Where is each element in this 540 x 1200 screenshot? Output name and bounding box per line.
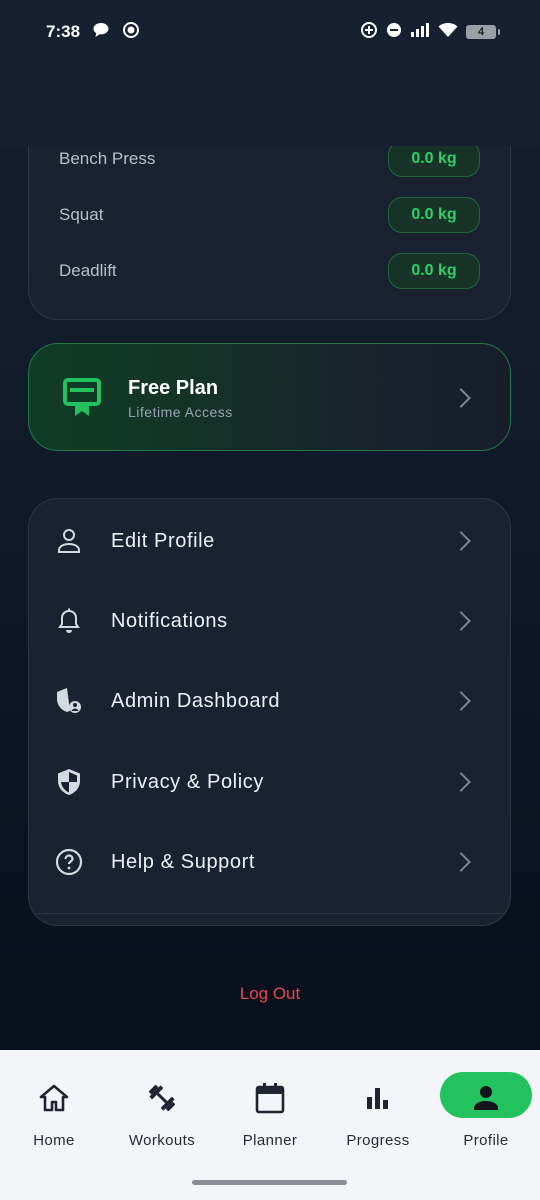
app-header [0, 64, 540, 146]
lift-name: Bench Press [59, 149, 156, 168]
menu-item-privacy-policy[interactable]: Privacy & Policy [29, 742, 510, 822]
home-icon [34, 1078, 74, 1118]
admin-shield-icon [55, 687, 83, 715]
lift-row-bench-press: Bench Press 0.0 kg [59, 141, 480, 177]
do-not-disturb-icon [386, 22, 402, 43]
divider [29, 913, 510, 914]
menu-item-label: Privacy & Policy [111, 770, 264, 793]
lift-value-badge: 0.0 kg [388, 141, 480, 177]
chevron-right-icon [451, 388, 471, 408]
nav-tab-progress[interactable]: Progress [328, 1072, 428, 1152]
help-circle-icon [55, 848, 83, 876]
chevron-right-icon [451, 852, 471, 872]
record-icon [122, 21, 140, 44]
status-time: 7:38 [46, 22, 81, 41]
dumbbell-icon [142, 1078, 182, 1118]
menu-item-label: Notifications [111, 609, 228, 632]
logout-button[interactable]: Log Out [0, 984, 540, 1004]
signal-icon [410, 22, 430, 43]
lift-value-badge: 0.0 kg [388, 253, 480, 289]
wifi-icon [438, 22, 458, 43]
menu-item-label: Edit Profile [111, 529, 215, 552]
nav-label: Home [33, 1132, 75, 1149]
data-saver-icon [360, 21, 378, 44]
nav-label: Workouts [128, 1132, 196, 1149]
settings-menu-card: Edit Profile Notifications Admin Dashboa… [28, 498, 511, 926]
bar-chart-icon [358, 1078, 398, 1118]
nav-label: Progress [346, 1132, 410, 1149]
chevron-right-icon [451, 691, 471, 711]
calendar-icon [250, 1078, 290, 1118]
person-icon [55, 527, 83, 555]
lift-row-deadlift: Deadlift 0.0 kg [59, 253, 480, 289]
shield-icon [55, 768, 83, 796]
menu-item-help-support[interactable]: Help & Support [29, 822, 510, 902]
lift-row-squat: Squat 0.0 kg [59, 197, 480, 233]
menu-item-label: Admin Dashboard [111, 689, 281, 712]
nav-label: Profile [463, 1132, 509, 1149]
menu-item-admin-dashboard[interactable]: Admin Dashboard [29, 661, 510, 741]
chat-bubble-icon [92, 22, 110, 43]
chevron-right-icon [451, 772, 471, 792]
menu-item-notifications[interactable]: Notifications [29, 581, 510, 661]
nav-tab-workouts[interactable]: Workouts [112, 1072, 212, 1152]
plan-title: Free Plan [128, 377, 219, 399]
person-icon [466, 1078, 506, 1118]
nav-tab-home[interactable]: Home [4, 1072, 104, 1152]
lift-value-badge: 0.0 kg [388, 197, 480, 233]
menu-item-label: Help & Support [111, 850, 256, 873]
bottom-navigation: Home Workouts Planner Progress Profile [0, 1050, 540, 1200]
chevron-right-icon [451, 611, 471, 631]
status-bar: 7:38 4 [0, 0, 540, 64]
lift-name: Deadlift [59, 261, 117, 280]
menu-item-edit-profile[interactable]: Edit Profile [29, 501, 510, 581]
battery-icon: 4 [466, 25, 500, 39]
lift-name: Squat [59, 205, 104, 224]
nav-label: Planner [242, 1132, 298, 1149]
gesture-home-bar[interactable] [192, 1180, 347, 1185]
chevron-right-icon [451, 531, 471, 551]
nav-tab-profile[interactable]: Profile [436, 1072, 536, 1152]
plan-subtitle: Lifetime Access [128, 404, 233, 420]
bell-icon [55, 607, 83, 635]
nav-tab-planner[interactable]: Planner [220, 1072, 320, 1152]
subscription-plan-card[interactable]: Free Plan Lifetime Access [28, 343, 511, 451]
membership-card-icon [63, 378, 101, 418]
